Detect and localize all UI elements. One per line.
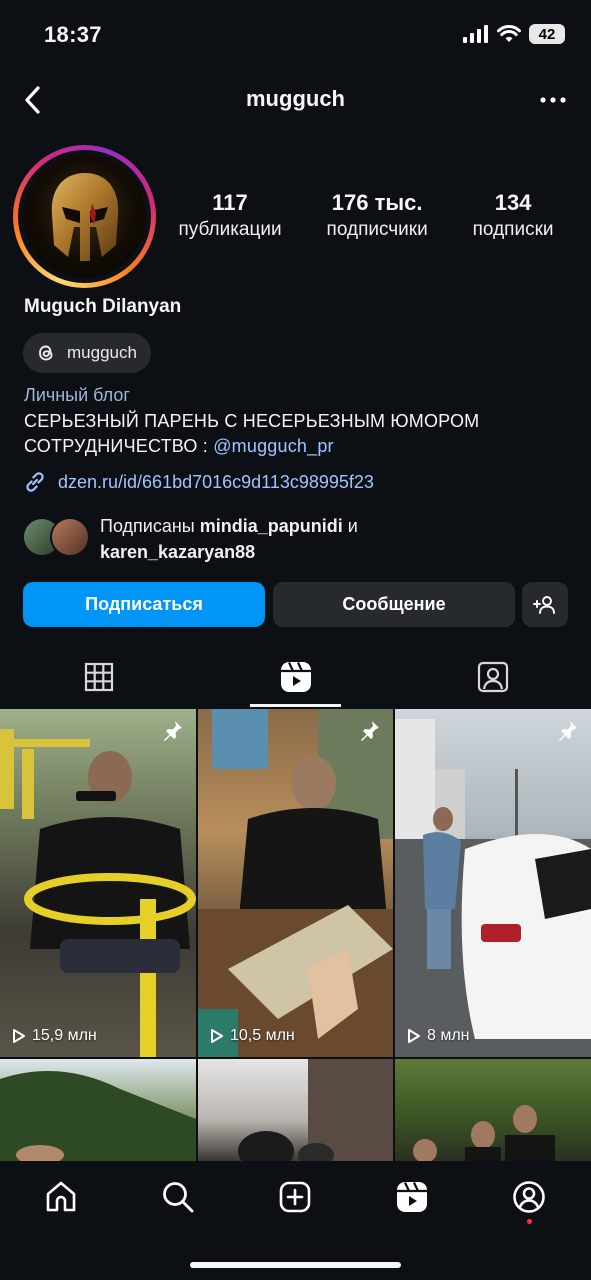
- followed-by-user-1: mindia_papunidi: [199, 516, 343, 536]
- stat-followers-label: подписчики: [326, 219, 428, 240]
- profile-actions: Подписаться Сообщение: [23, 582, 568, 627]
- profile-category: Личный блог: [24, 385, 130, 405]
- reel-thumbnail: [395, 719, 591, 1057]
- reel-thumbnail: [413, 1105, 555, 1161]
- tab-tagged[interactable]: [394, 646, 591, 708]
- reel-thumbnail: [0, 1071, 196, 1161]
- reel-tile[interactable]: 10,5 млн: [198, 709, 393, 1057]
- more-button[interactable]: [533, 82, 573, 118]
- profile-link-text: dzen.ru/id/661bd7016c9d113c98995f23: [58, 471, 374, 492]
- profile-icon: [513, 1181, 545, 1213]
- pin-icon: [361, 721, 379, 741]
- suggested-users-button[interactable]: [522, 582, 568, 627]
- followed-by-joiner: и: [342, 516, 358, 536]
- stat-posts-count: 117: [212, 190, 248, 215]
- threads-badge[interactable]: mugguch: [23, 333, 151, 373]
- message-button[interactable]: Сообщение: [273, 582, 515, 627]
- stat-following-label: подписки: [472, 219, 554, 240]
- play-icon: [13, 1029, 25, 1043]
- stat-posts[interactable]: 117 публикации: [178, 190, 281, 244]
- reels-grid: 15,9 млн 10,5 млн 8 млн: [0, 709, 591, 1161]
- nav-profile[interactable]: [499, 1175, 559, 1219]
- more-horizontal-icon: [540, 97, 566, 103]
- play-icon: [408, 1029, 420, 1043]
- wifi-icon: [497, 25, 521, 42]
- tab-reels[interactable]: [197, 646, 394, 708]
- top-nav: mugguch: [0, 74, 591, 126]
- reel-tile[interactable]: 15,9 млн: [0, 709, 196, 1057]
- profile-stats: 117 публикации 176 тыс. подписчики 134 п…: [156, 190, 576, 244]
- battery-icon: 42: [529, 24, 565, 44]
- grid-icon: [84, 662, 113, 692]
- bio-line-2: СОТРУДНИЧЕСТВО : @mugguch_pr: [24, 436, 334, 457]
- nav-reels[interactable]: [382, 1175, 442, 1219]
- view-count-text: 8 млн: [427, 1027, 470, 1044]
- view-count: 8 млн: [407, 1027, 470, 1045]
- stat-following[interactable]: 134 подписки: [473, 190, 554, 244]
- reel-thumbnail: [198, 709, 393, 1057]
- followed-by[interactable]: Подписаны mindia_papunidi и karen_kazary…: [22, 513, 582, 563]
- followed-by-prefix: Подписаны: [100, 516, 200, 536]
- play-icon: [211, 1029, 223, 1043]
- stat-following-count: 134: [494, 190, 532, 215]
- status-bar: 18:37 42: [0, 0, 591, 70]
- page-title: mugguch: [246, 86, 345, 111]
- home-indicator: [190, 1262, 401, 1268]
- stat-followers-count: 176 тыс.: [331, 190, 423, 215]
- nav-search[interactable]: [148, 1175, 208, 1219]
- reel-tile[interactable]: [395, 1059, 591, 1161]
- link-icon: [26, 472, 44, 492]
- profile-link[interactable]: dzen.ru/id/661bd7016c9d113c98995f23: [22, 469, 374, 495]
- add-user-icon: [533, 595, 555, 614]
- reels-icon: [397, 1182, 427, 1212]
- follower-avatar: [50, 517, 90, 557]
- signal-icon: [463, 25, 488, 43]
- follow-button[interactable]: Подписаться: [23, 582, 265, 627]
- notification-dot: [527, 1219, 532, 1224]
- stat-followers[interactable]: 176 тыс. подписчики: [327, 190, 428, 244]
- tab-posts-grid[interactable]: [0, 646, 197, 708]
- followed-by-text: Подписаны mindia_papunidi и karen_kazary…: [100, 513, 358, 565]
- status-time: 18:37: [44, 22, 102, 47]
- reel-thumbnail: [0, 729, 196, 1057]
- tagged-user-icon: [477, 661, 508, 693]
- reel-tile[interactable]: 8 млн: [395, 709, 591, 1057]
- bio-line-2-text: СОТРУДНИЧЕСТВО :: [24, 436, 214, 456]
- active-tab-indicator: [250, 704, 341, 707]
- bio-mention-link[interactable]: @mugguch_pr: [213, 436, 334, 456]
- view-count: 15,9 млн: [12, 1027, 97, 1045]
- pin-icon: [164, 721, 182, 741]
- spartan-helmet-icon: [51, 172, 118, 261]
- create-icon: [279, 1181, 311, 1213]
- bio-line-1: СЕРЬЕЗНЫЙ ПАРЕНЬ С НЕСЕРЬЕЗНЫМ ЮМОРОМ: [24, 411, 480, 431]
- nav-home[interactable]: [31, 1175, 91, 1219]
- pin-icon: [559, 721, 577, 741]
- home-icon: [46, 1181, 76, 1212]
- reel-tile[interactable]: [198, 1059, 393, 1161]
- nav-create[interactable]: [265, 1175, 325, 1219]
- status-icons: 42: [463, 24, 565, 44]
- view-count-text: 15,9 млн: [32, 1027, 97, 1044]
- view-count-text: 10,5 млн: [230, 1027, 295, 1044]
- threads-icon: [39, 345, 53, 361]
- stat-posts-label: публикации: [178, 219, 282, 240]
- reels-icon: [280, 662, 311, 692]
- reel-tile[interactable]: [0, 1059, 196, 1161]
- threads-handle: mugguch: [67, 343, 137, 362]
- avatar: [23, 155, 146, 278]
- search-icon: [163, 1182, 194, 1213]
- reel-thumbnail: [238, 1059, 393, 1161]
- view-count: 10,5 млн: [210, 1027, 295, 1045]
- followed-by-user-2: karen_kazaryan88: [100, 542, 256, 562]
- profile-tabs: [0, 646, 591, 708]
- display-name: Muguch Dilanyan: [24, 296, 182, 317]
- avatar-story-ring[interactable]: [13, 145, 156, 288]
